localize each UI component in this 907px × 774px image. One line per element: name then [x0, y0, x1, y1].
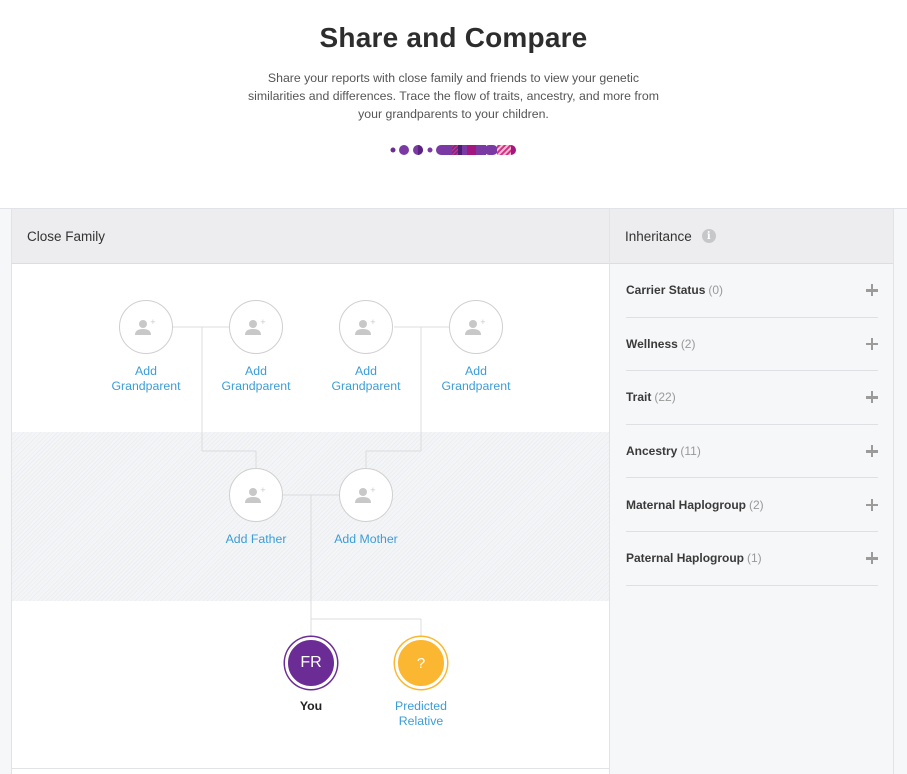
- inheritance-header: Inheritance i: [610, 209, 893, 264]
- grandparent-node[interactable]: + Add Grandparent: [91, 300, 201, 394]
- category-name: Wellness: [626, 336, 678, 351]
- grandparent-node[interactable]: + Add Grandparent: [311, 300, 421, 394]
- add-grandparent-link[interactable]: Add Grandparent: [311, 364, 421, 394]
- expand-plus-icon[interactable]: [866, 498, 878, 511]
- inheritance-category-list: Carrier Status (0) Wellness (2) Trait (22) …: [610, 264, 893, 586]
- expand-plus-icon[interactable]: [866, 552, 878, 565]
- category-count: (1): [747, 551, 762, 566]
- add-grandparent-link[interactable]: Add Grandparent: [421, 364, 531, 394]
- svg-text:+: +: [260, 318, 266, 326]
- you-node[interactable]: FR You: [256, 637, 366, 714]
- add-person-icon: +: [245, 486, 266, 503]
- add-person-icon: +: [245, 318, 266, 335]
- add-grandparent-button[interactable]: +: [119, 300, 173, 354]
- add-person-icon: +: [355, 318, 376, 335]
- category-count: (11): [680, 444, 701, 459]
- category-maternal-haplogroup[interactable]: Maternal Haplogroup (2): [626, 478, 878, 532]
- add-person-icon: +: [355, 486, 376, 503]
- category-ancestry[interactable]: Ancestry (11): [626, 425, 878, 479]
- close-family-header: Close Family: [12, 209, 609, 264]
- svg-text:+: +: [370, 486, 376, 494]
- you-avatar[interactable]: FR: [285, 637, 337, 689]
- category-count: (0): [708, 283, 724, 298]
- add-grandparent-link[interactable]: Add Grandparent: [91, 364, 201, 394]
- expand-plus-icon[interactable]: [866, 337, 878, 350]
- category-name: Trait: [626, 390, 652, 405]
- category-paternal-haplogroup[interactable]: Paternal Haplogroup (1): [626, 532, 878, 586]
- predicted-relative-link[interactable]: Predicted Relative: [366, 699, 476, 729]
- page-title: Share and Compare: [319, 22, 588, 53]
- category-carrier-status[interactable]: Carrier Status (0): [626, 264, 878, 318]
- category-count: (2): [680, 336, 696, 351]
- father-node[interactable]: + Add Father: [201, 468, 311, 547]
- category-name: Ancestry: [626, 444, 678, 459]
- add-grandparent-button[interactable]: +: [449, 300, 503, 354]
- category-name: Carrier Status: [626, 283, 706, 298]
- chromosome-dots-logo-icon: [390, 145, 516, 155]
- expand-plus-icon[interactable]: [866, 445, 878, 458]
- inheritance-title: Inheritance: [625, 228, 692, 244]
- category-name: Maternal Haplogroup: [626, 497, 747, 512]
- add-grandparent-link[interactable]: Add Grandparent: [201, 364, 311, 394]
- add-grandparent-button[interactable]: +: [229, 300, 283, 354]
- predicted-relative-node[interactable]: ? Predicted Relative: [366, 637, 476, 729]
- inheritance-panel: Inheritance i Carrier Status (0) Wellness…: [610, 209, 894, 774]
- you-label: You: [299, 699, 323, 713]
- add-mother-link[interactable]: Add Mother: [311, 532, 421, 547]
- close-family-panel: Close Family + Add Grandparent + Add Gra…: [11, 209, 610, 774]
- svg-text:+: +: [370, 318, 376, 326]
- category-wellness[interactable]: Wellness (2): [626, 318, 878, 372]
- add-father-link[interactable]: Add Father: [201, 532, 311, 547]
- category-name: Paternal Haplogroup: [626, 551, 745, 566]
- predicted-relative-avatar[interactable]: ?: [395, 637, 447, 689]
- expand-plus-icon[interactable]: [866, 284, 878, 297]
- category-trait[interactable]: Trait (22): [626, 371, 878, 425]
- add-grandparent-button[interactable]: +: [339, 300, 393, 354]
- hero-section: Share and Compare Share your reports wit…: [0, 0, 907, 208]
- add-person-icon: +: [135, 318, 156, 335]
- category-count: (2): [749, 497, 764, 512]
- add-father-button[interactable]: +: [229, 468, 283, 522]
- grandparent-node[interactable]: + Add Grandparent: [421, 300, 531, 394]
- svg-text:+: +: [480, 318, 486, 326]
- page-description: Share your reports with close family and…: [248, 71, 659, 121]
- category-count: (22): [654, 390, 676, 405]
- svg-text:+: +: [150, 318, 156, 326]
- add-person-icon: +: [465, 318, 486, 335]
- mother-node[interactable]: + Add Mother: [311, 468, 421, 547]
- expand-plus-icon[interactable]: [866, 391, 878, 404]
- add-mother-button[interactable]: +: [339, 468, 393, 522]
- grandparent-node[interactable]: + Add Grandparent: [201, 300, 311, 394]
- info-icon[interactable]: i: [701, 229, 716, 243]
- svg-text:+: +: [260, 486, 266, 494]
